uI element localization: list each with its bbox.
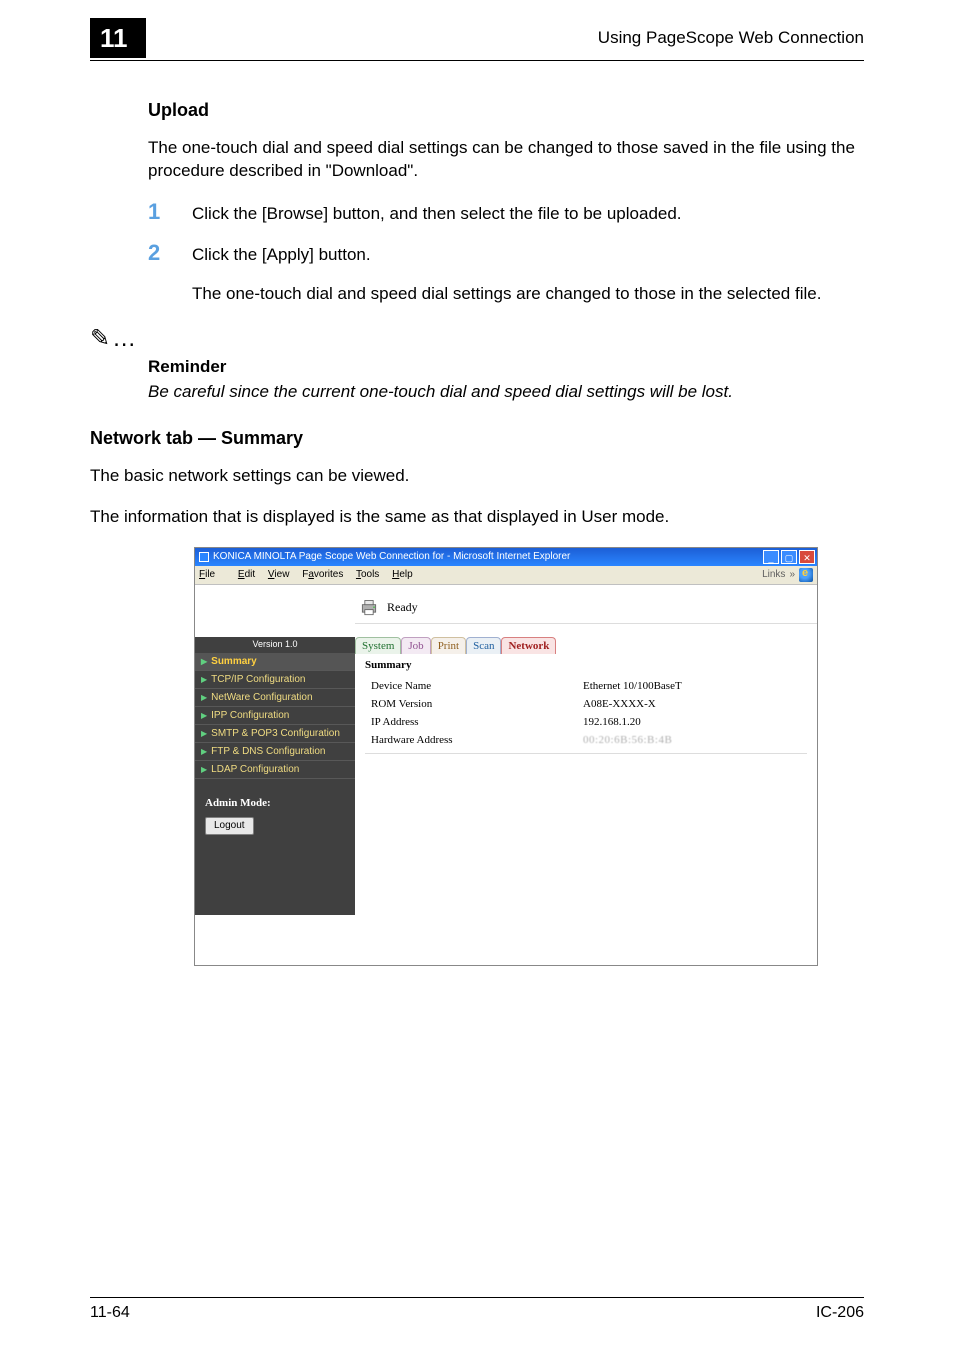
status-area: Ready bbox=[355, 585, 817, 624]
window-title: KONICA MINOLTA Page Scope Web Connection… bbox=[197, 551, 570, 562]
step-text: Click the [Apply] button. bbox=[192, 242, 371, 267]
sidebar-item-label: SMTP & POP3 Configuration bbox=[211, 728, 340, 739]
brand-area bbox=[195, 585, 355, 637]
printer-icon bbox=[359, 598, 379, 618]
note-body: Be careful since the current one-touch d… bbox=[148, 381, 864, 404]
network-p2: The information that is displayed is the… bbox=[90, 506, 864, 529]
step-2: 2 Click the [Apply] button. bbox=[148, 242, 864, 267]
window-title-bar: KONICA MINOLTA Page Scope Web Connection… bbox=[195, 548, 817, 566]
table-row: IP Address 192.168.1.20 bbox=[365, 713, 807, 731]
menu-tools[interactable]: Tools bbox=[356, 569, 379, 580]
tab-job[interactable]: Job bbox=[401, 637, 430, 654]
tabs-row: System Job Print Scan Network bbox=[355, 637, 556, 654]
sidebar-item-label: TCP/IP Configuration bbox=[211, 674, 305, 685]
window-buttons: _ ▢ ✕ bbox=[763, 550, 815, 564]
cell-value: 192.168.1.20 bbox=[577, 713, 807, 731]
upload-heading: Upload bbox=[148, 100, 864, 121]
page-header: Ready bbox=[195, 585, 817, 637]
cell-key: Device Name bbox=[365, 677, 577, 695]
sidebar-item-label: IPP Configuration bbox=[211, 710, 289, 721]
sidebar-item-tcpip[interactable]: ▶ TCP/IP Configuration bbox=[195, 671, 355, 689]
sidebar: Version 1.0 ▶ Summary ▶ TCP/IP Configura… bbox=[195, 637, 355, 915]
cell-value: Ethernet 10/100BaseT bbox=[577, 677, 807, 695]
sidebar-item-smtp-pop3[interactable]: ▶ SMTP & POP3 Configuration bbox=[195, 725, 355, 743]
network-summary-heading: Network tab — Summary bbox=[90, 428, 864, 449]
cell-value: 00:20:6B:56:B:4B bbox=[577, 731, 807, 749]
sidebar-item-netware[interactable]: ▶ NetWare Configuration bbox=[195, 689, 355, 707]
footer-left: 11-64 bbox=[90, 1304, 130, 1322]
page-footer: 11-64 IC-206 bbox=[90, 1297, 864, 1322]
panel-title: Summary bbox=[365, 659, 807, 671]
links-chevron-icon[interactable]: » bbox=[789, 569, 795, 580]
main-layout: Version 1.0 ▶ Summary ▶ TCP/IP Configura… bbox=[195, 637, 817, 915]
links-label[interactable]: Links bbox=[762, 569, 785, 580]
menubar-left: File Edit View Favorites Tools Help bbox=[199, 569, 423, 580]
network-p1: The basic network settings can be viewed… bbox=[90, 465, 864, 488]
menu-edit[interactable]: Edit bbox=[238, 569, 255, 580]
sidebar-item-ipp[interactable]: ▶ IPP Configuration bbox=[195, 707, 355, 725]
arrow-icon: ▶ bbox=[201, 693, 207, 702]
body-panel: Summary Device Name Ethernet 10/100BaseT… bbox=[355, 637, 817, 915]
arrow-icon: ▶ bbox=[201, 729, 207, 738]
version-label: Version 1.0 bbox=[195, 637, 355, 653]
cell-key: Hardware Address bbox=[365, 731, 577, 749]
footer-right: IC-206 bbox=[816, 1304, 864, 1322]
step-number: 1 bbox=[148, 201, 192, 223]
running-header: Using PageScope Web Connection bbox=[598, 28, 864, 48]
step-text: Click the [Browse] button, and then sele… bbox=[192, 201, 682, 226]
cell-key: IP Address bbox=[365, 713, 577, 731]
menubar-right: Links » bbox=[762, 568, 813, 582]
cell-key: ROM Version bbox=[365, 695, 577, 713]
admin-mode-label: Admin Mode: bbox=[195, 779, 355, 815]
arrow-icon: ▶ bbox=[201, 747, 207, 756]
step-2-extra: The one-touch dial and speed dial settin… bbox=[192, 283, 864, 306]
logout-button[interactable]: Logout bbox=[205, 817, 254, 835]
menu-help[interactable]: Help bbox=[392, 569, 413, 580]
minimize-icon[interactable]: _ bbox=[763, 550, 779, 564]
sidebar-item-label: FTP & DNS Configuration bbox=[211, 746, 325, 757]
menu-view[interactable]: View bbox=[268, 569, 290, 580]
sidebar-item-summary[interactable]: ▶ Summary bbox=[195, 653, 355, 671]
arrow-icon: ▶ bbox=[201, 657, 207, 666]
arrow-icon: ▶ bbox=[201, 675, 207, 684]
tab-network[interactable]: Network bbox=[501, 637, 556, 654]
cell-value: A08E-XXXX-X bbox=[577, 695, 807, 713]
panel-divider bbox=[365, 753, 807, 754]
table-row: Hardware Address 00:20:6B:56:B:4B bbox=[365, 731, 807, 749]
note-title: Reminder bbox=[148, 357, 864, 377]
note-icon: ✎… bbox=[90, 324, 138, 353]
sidebar-item-ldap[interactable]: ▶ LDAP Configuration bbox=[195, 761, 355, 779]
table-row: ROM Version A08E-XXXX-X bbox=[365, 695, 807, 713]
close-icon[interactable]: ✕ bbox=[799, 550, 815, 564]
sidebar-item-label: NetWare Configuration bbox=[211, 692, 312, 703]
maximize-icon[interactable]: ▢ bbox=[781, 550, 797, 564]
status-text: Ready bbox=[387, 600, 418, 615]
header-rule bbox=[90, 60, 864, 61]
step-1: 1 Click the [Browse] button, and then se… bbox=[148, 201, 864, 226]
menu-file[interactable]: File bbox=[199, 569, 225, 580]
chapter-number: 11 bbox=[90, 18, 146, 58]
sidebar-item-ftp-dns[interactable]: ▶ FTP & DNS Configuration bbox=[195, 743, 355, 761]
step-number: 2 bbox=[148, 242, 192, 264]
tab-scan[interactable]: Scan bbox=[466, 637, 501, 654]
sidebar-item-label: Summary bbox=[211, 656, 257, 667]
arrow-icon: ▶ bbox=[201, 711, 207, 720]
browser-content: Ready System Job Print Scan Network bbox=[195, 585, 817, 965]
menu-favorites[interactable]: Favorites bbox=[302, 569, 343, 580]
sidebar-item-label: LDAP Configuration bbox=[211, 764, 299, 775]
upload-intro: The one-touch dial and speed dial settin… bbox=[148, 137, 864, 183]
ie-logo-icon bbox=[799, 568, 813, 582]
summary-table: Device Name Ethernet 10/100BaseT ROM Ver… bbox=[365, 677, 807, 749]
browser-menubar: File Edit View Favorites Tools Help Link… bbox=[195, 566, 817, 585]
tab-print[interactable]: Print bbox=[431, 637, 466, 654]
step-list: 1 Click the [Browse] button, and then se… bbox=[148, 201, 864, 267]
browser-window: KONICA MINOLTA Page Scope Web Connection… bbox=[194, 547, 818, 966]
arrow-icon: ▶ bbox=[201, 765, 207, 774]
table-row: Device Name Ethernet 10/100BaseT bbox=[365, 677, 807, 695]
tab-system[interactable]: System bbox=[355, 637, 401, 654]
